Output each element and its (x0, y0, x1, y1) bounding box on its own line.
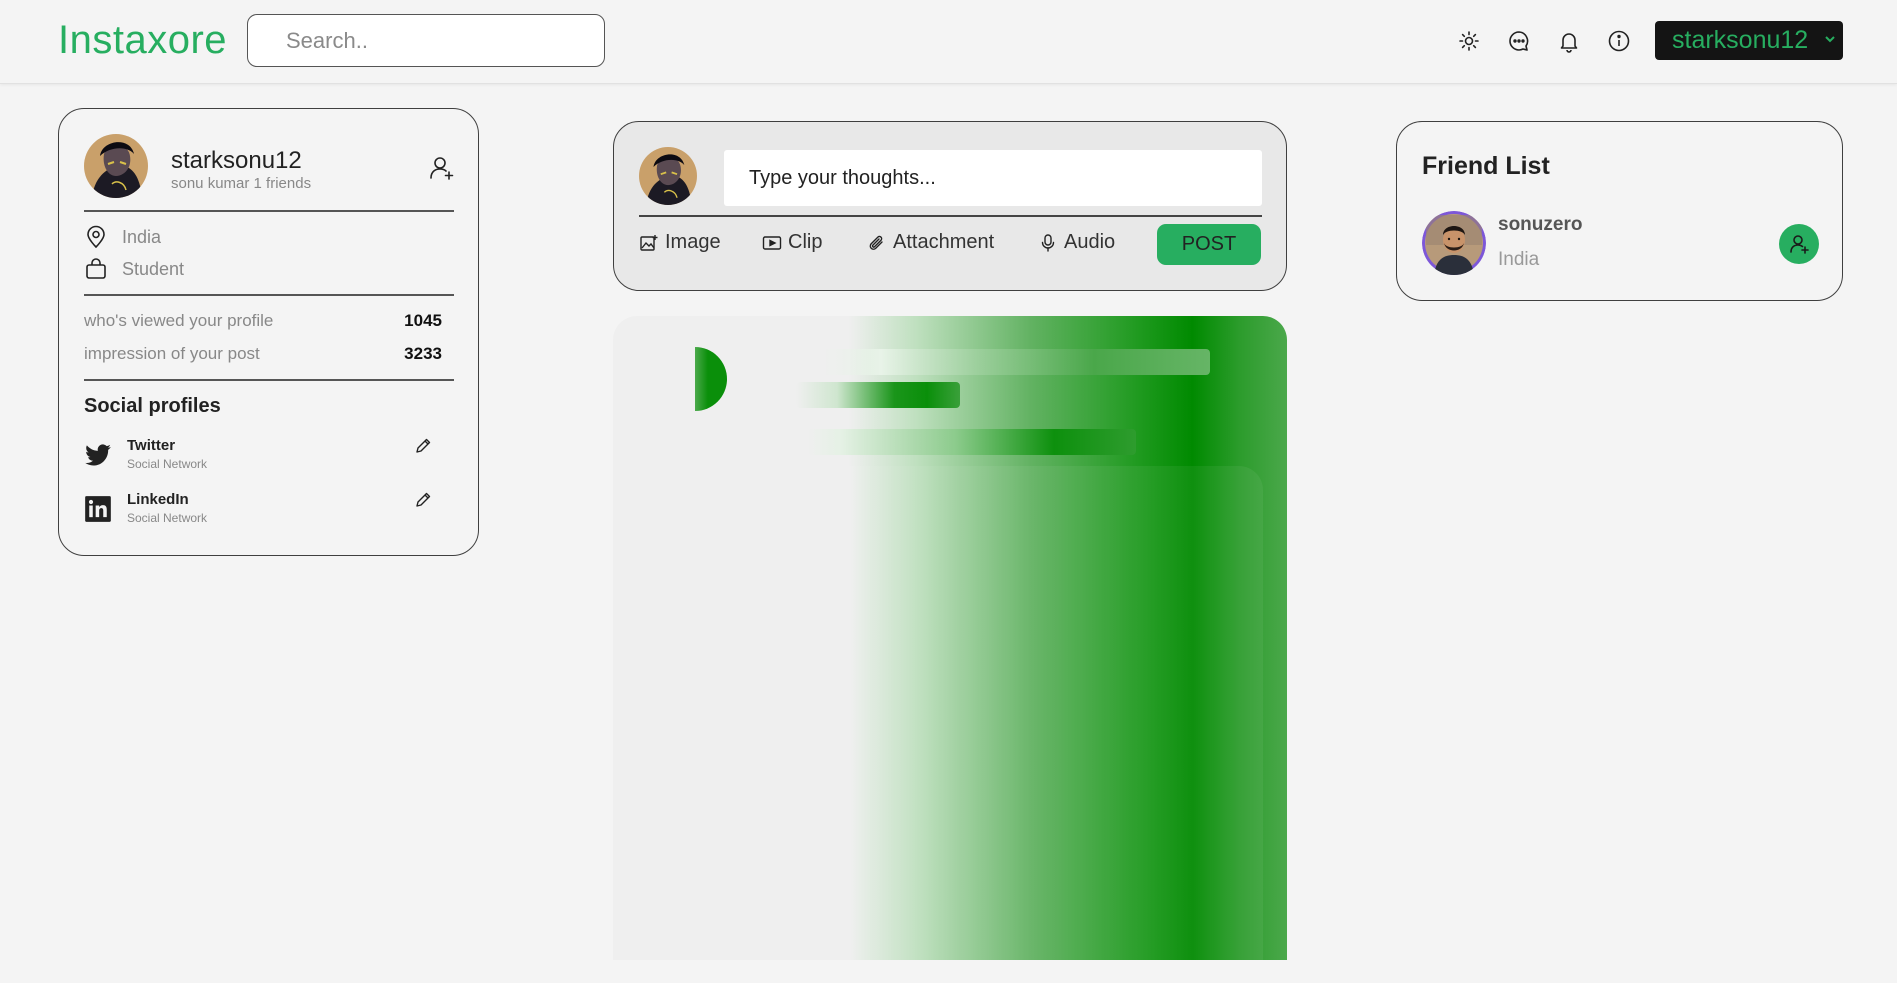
linkedin-icon (85, 496, 111, 522)
divider (84, 210, 454, 212)
tool-audio[interactable]: Audio (1038, 231, 1115, 254)
tool-label: Image (665, 231, 721, 253)
stat-value: 3233 (404, 344, 442, 363)
social-name: LinkedIn (127, 491, 189, 508)
social-profiles-heading: Social profiles (84, 395, 221, 417)
skeleton-content-block (823, 466, 1263, 960)
skeleton-line (823, 349, 1210, 375)
stat-value: 1045 (404, 311, 442, 330)
tool-attachment[interactable]: Attachment (867, 231, 994, 254)
stat-label: impression of your post (84, 344, 260, 363)
tool-label: Clip (788, 231, 823, 253)
chat-icon[interactable] (1504, 26, 1534, 56)
stat-label: who's viewed your profile (84, 311, 274, 330)
profile-occupation: Student (84, 257, 184, 281)
location-pin-icon (87, 225, 105, 249)
post-text-input[interactable] (724, 150, 1262, 206)
edit-pencil-icon[interactable] (414, 437, 432, 455)
social-item-twitter: Twitter Social Network (84, 437, 442, 481)
user-plus-icon (1790, 235, 1809, 254)
profile-location: India (84, 225, 161, 249)
tool-label: Audio (1064, 231, 1116, 253)
friend-avatar[interactable] (1422, 211, 1486, 275)
social-name: Twitter (127, 437, 176, 454)
social-type: Social Network (127, 511, 208, 525)
friend-list-title: Friend List (1422, 152, 1550, 180)
clip-icon (762, 235, 782, 250)
add-friend-button[interactable] (1779, 224, 1819, 264)
divider (84, 379, 454, 381)
paperclip-icon (869, 235, 883, 250)
social-item-linkedin: LinkedIn Social Network (84, 491, 442, 535)
post-composer: Image Clip Attachment Audio POST (613, 121, 1287, 291)
location-text: India (122, 226, 162, 247)
tool-image[interactable]: Image (639, 231, 721, 254)
bell-icon[interactable] (1554, 26, 1584, 56)
profile-card: starksonu12 sonu kumar 1 friends India S… (58, 108, 479, 556)
info-icon[interactable] (1604, 26, 1634, 56)
stat-row-profile-views: who's viewed your profile 1045 (84, 311, 442, 331)
app-logo[interactable]: Instaxore (58, 18, 227, 63)
user-menu-label: starksonu12 (1672, 26, 1809, 54)
stat-row-post-impressions: impression of your post 3233 (84, 344, 442, 364)
profile-avatar[interactable] (84, 134, 148, 198)
occupation-text: Student (122, 258, 185, 279)
image-icon (640, 234, 658, 251)
divider (84, 294, 454, 296)
divider (639, 215, 1262, 217)
microphone-icon (1041, 233, 1055, 252)
tool-clip[interactable]: Clip (762, 231, 822, 254)
user-menu-select[interactable]: starksonu12 (1655, 21, 1843, 60)
skeleton-avatar (695, 347, 727, 411)
manage-friends-icon[interactable] (428, 154, 456, 182)
composer-avatar (639, 147, 697, 205)
briefcase-icon (86, 258, 106, 279)
friend-name[interactable]: sonuzero (1498, 214, 1582, 236)
twitter-icon (85, 444, 111, 466)
friend-list-card: Friend List sonuzero India (1396, 121, 1843, 301)
post-button[interactable]: POST (1157, 224, 1261, 265)
top-navbar: Instaxore starksonu12 (0, 0, 1897, 84)
sun-icon[interactable] (1454, 26, 1484, 56)
edit-pencil-icon[interactable] (414, 491, 432, 509)
search-input[interactable] (247, 14, 605, 67)
skeleton-line (796, 382, 960, 408)
social-type: Social Network (127, 457, 208, 471)
friend-location: India (1498, 249, 1540, 270)
tool-label: Attachment (893, 231, 995, 253)
profile-username: starksonu12 (171, 147, 302, 174)
skeleton-line (808, 429, 1136, 455)
chevron-down-icon (1825, 36, 1835, 43)
profile-subtitle: sonu kumar 1 friends (171, 175, 312, 192)
feed-post-skeleton (613, 316, 1287, 960)
